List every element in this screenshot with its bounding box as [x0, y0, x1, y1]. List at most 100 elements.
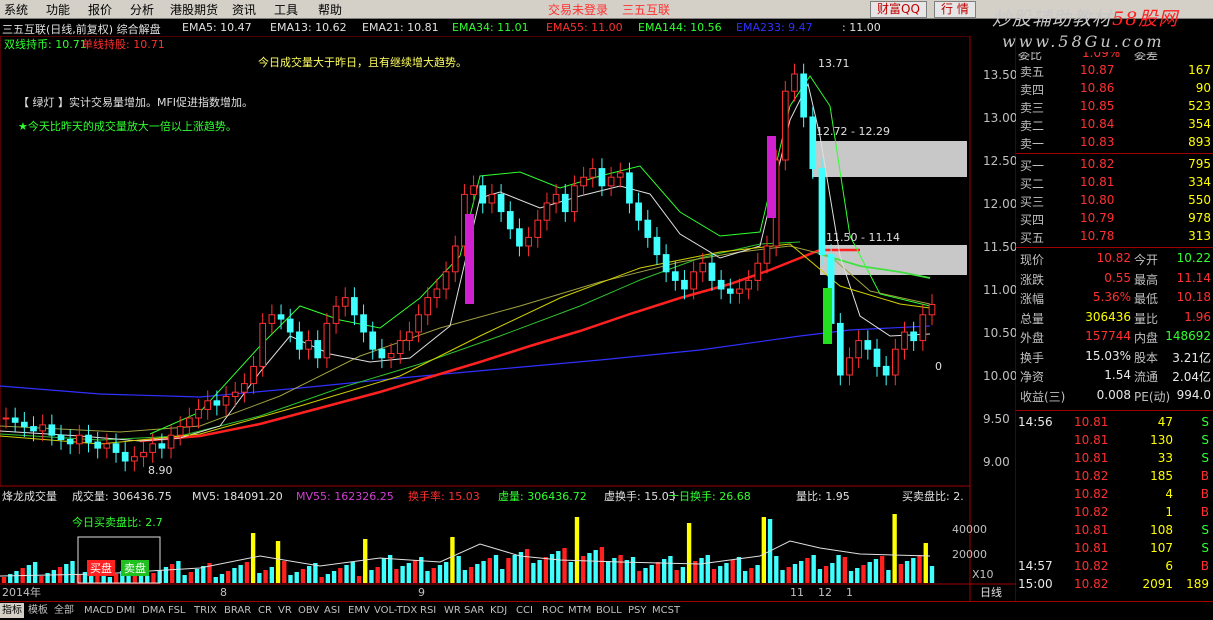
- sell-level-volume: 523: [1188, 99, 1211, 113]
- indicator-tab[interactable]: DMA: [140, 603, 167, 618]
- menu-item-system[interactable]: 系统: [4, 1, 28, 18]
- sell-level-row[interactable]: 卖二 10.84 354: [1016, 116, 1213, 134]
- sell-level-row[interactable]: 卖五 10.87 167: [1016, 62, 1213, 80]
- tick-price: 10.82: [1074, 487, 1109, 501]
- volume-bar: [64, 564, 69, 583]
- tick-side: B: [1200, 559, 1209, 573]
- indicator-tab[interactable]: MTM: [566, 603, 593, 618]
- stat-value: 994.0: [1176, 387, 1211, 402]
- tick-price: 10.81: [1074, 451, 1109, 465]
- indicator-tab[interactable]: KDJ: [488, 603, 509, 618]
- indicator-tab[interactable]: PSY: [626, 603, 649, 618]
- candle-body: [167, 434, 175, 449]
- tick-row: 10.82 1 B: [1016, 504, 1213, 522]
- indicator-tab[interactable]: BOLL: [594, 603, 624, 618]
- candle-body: [305, 340, 312, 350]
- indicator-tab[interactable]: TRIX: [192, 603, 219, 618]
- indicator-tab[interactable]: RSI: [418, 603, 438, 618]
- volume-bar: [82, 572, 88, 583]
- volume-bar: [537, 560, 542, 583]
- indicator-tab[interactable]: VOL-TDX: [372, 603, 419, 618]
- indicator-tab[interactable]: OBV: [296, 603, 321, 618]
- indicator-tab[interactable]: MCST: [650, 603, 682, 618]
- indicator-tab[interactable]: CCI: [514, 603, 535, 618]
- volume-bar: [450, 537, 455, 583]
- indicator-tab[interactable]: BRAR: [222, 603, 253, 618]
- menu-item-news[interactable]: 资讯: [232, 1, 256, 18]
- candle-body: [20, 421, 28, 428]
- sell-level-row[interactable]: 卖一 10.83 893: [1016, 134, 1213, 152]
- volume-bar: [643, 568, 648, 583]
- tick-side: S: [1201, 541, 1209, 555]
- menu-item-tools[interactable]: 工具: [274, 1, 298, 18]
- candle-body: [451, 245, 459, 273]
- indicator-tab[interactable]: CR: [256, 603, 274, 618]
- volume-tick: 40000: [952, 523, 987, 536]
- volume-bar: [282, 561, 287, 583]
- candle-body: [653, 236, 661, 256]
- indicator-tab[interactable]: EMV: [346, 603, 372, 618]
- buy-level-row[interactable]: 买一 10.82 795: [1016, 156, 1213, 174]
- tick-row: 10.82 185 B: [1016, 468, 1213, 486]
- candle-body: [204, 400, 212, 410]
- sell-level-row[interactable]: 卖四 10.86 90: [1016, 80, 1213, 98]
- volume-bar: [811, 555, 816, 583]
- indicator-tab[interactable]: VR: [276, 603, 294, 618]
- volume-bar: [836, 555, 841, 583]
- volume-value: 成交量: 306436.75: [72, 489, 172, 503]
- volume-bar: [356, 576, 362, 583]
- volume-bar: [699, 558, 704, 583]
- indicator-tab[interactable]: DMI: [114, 603, 137, 618]
- market-button[interactable]: 行 情: [934, 1, 976, 18]
- candle-body: [543, 202, 551, 221]
- buy-level-row[interactable]: 买二 10.81 334: [1016, 174, 1213, 192]
- date-month-label: 11: [790, 586, 804, 599]
- zone-lower-label: 11.50 - 11.14: [826, 231, 900, 244]
- tick-volume: 185: [1150, 469, 1173, 483]
- sell-level-row[interactable]: 卖三 10.85 523: [1016, 98, 1213, 116]
- sell-level-volume: 354: [1188, 117, 1211, 131]
- sell-label: 卖盘: [124, 561, 146, 575]
- tick-price: 10.82: [1074, 559, 1109, 573]
- volume-bar: [680, 567, 686, 583]
- stat-value: 15.03%: [1085, 348, 1131, 363]
- buy-level-label: 买五: [1020, 231, 1045, 245]
- menu-item-help[interactable]: 帮助: [318, 1, 342, 18]
- tick-price: 10.81: [1074, 523, 1109, 537]
- menu-item-analysis[interactable]: 分析: [130, 1, 154, 18]
- price-tick: 9.50: [983, 412, 1010, 426]
- login-status[interactable]: 交易未登录: [548, 1, 608, 18]
- volume-bar: [574, 517, 580, 583]
- buy-level-row[interactable]: 买五 10.78 313: [1016, 228, 1213, 246]
- menu-item-function[interactable]: 功能: [46, 1, 70, 18]
- indicator-tab[interactable]: 指标: [0, 603, 24, 618]
- period-label[interactable]: 日线: [980, 585, 1002, 599]
- candle-body: [736, 288, 743, 294]
- candle-body: [818, 168, 826, 256]
- menu-item-hk-futures[interactable]: 港股期货: [170, 1, 218, 18]
- indicator-tab[interactable]: WR: [442, 603, 463, 618]
- buy-level-row[interactable]: 买四 10.79 978: [1016, 210, 1213, 228]
- indicator-tab[interactable]: SAR: [462, 603, 486, 618]
- volume-bar: [107, 577, 113, 583]
- buy-level-row[interactable]: 买三 10.80 550: [1016, 192, 1213, 210]
- candle-body: [717, 279, 725, 290]
- indicator-tab[interactable]: 全部: [52, 603, 76, 618]
- candle-body: [176, 426, 184, 436]
- main-chart[interactable]: 双线持币: 10.71 单线持股: 10.71 今日成交量大于昨日，且有继续增大…: [0, 36, 1016, 601]
- menu-item-quote[interactable]: 报价: [88, 1, 112, 18]
- sell-level-volume: 893: [1188, 135, 1211, 149]
- indicator-tab[interactable]: ASI: [322, 603, 342, 618]
- volume-bar: [201, 566, 206, 583]
- tick-volume: 33: [1157, 451, 1173, 465]
- indicator-tab[interactable]: ROC: [540, 603, 566, 618]
- caifu-qq-button[interactable]: 财富QQ: [870, 1, 927, 18]
- volume-bar: [375, 567, 380, 583]
- indicator-tab[interactable]: 模板: [26, 603, 50, 618]
- indicator-tab[interactable]: MACD: [82, 603, 116, 618]
- tick-volume: 6: [1165, 559, 1173, 573]
- volume-bar: [431, 568, 436, 583]
- mv55-value: MV55: 162326.25: [296, 490, 394, 503]
- chart-title: 三五互联(日线,前复权) 综合解盘: [2, 23, 161, 36]
- indicator-tab[interactable]: FSL: [166, 603, 188, 618]
